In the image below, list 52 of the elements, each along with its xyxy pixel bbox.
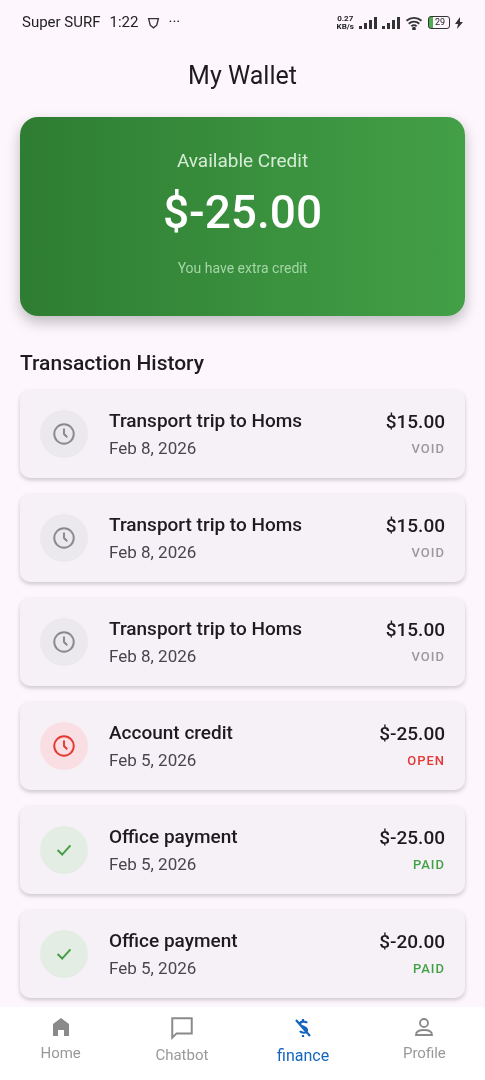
- chat-icon: [168, 1015, 195, 1041]
- network-speed: 0.27: [337, 14, 354, 23]
- transaction-card[interactable]: Office payment Feb 5, 2026 $-20.00 PAID: [20, 910, 465, 998]
- transaction-amount: $-20.00: [379, 929, 445, 956]
- clock-icon: [51, 733, 77, 759]
- transaction-status: PAID: [412, 856, 445, 875]
- wifi-icon: [404, 15, 423, 30]
- credit-amount: $-25.00: [162, 183, 323, 240]
- transaction-amount: $-25.00: [379, 721, 445, 748]
- transaction-date: Feb 5, 2026: [109, 957, 198, 979]
- credit-note: You have extra credit: [177, 258, 308, 278]
- transaction-title: Transport trip to Homs: [109, 513, 304, 537]
- clock-icon: [51, 525, 77, 551]
- shield-icon: [147, 15, 161, 30]
- more-indicator: ···: [168, 12, 181, 34]
- transaction-card[interactable]: Account credit Feb 5, 2026 $-25.00 OPEN: [20, 702, 465, 790]
- transaction-status: VOID: [411, 440, 445, 459]
- nav-tab[interactable]: finance: [242, 1015, 364, 1068]
- transaction-amount: $15.00: [385, 409, 445, 436]
- transaction-date: Feb 8, 2026: [109, 437, 198, 459]
- credit-label: Available Credit: [176, 148, 309, 174]
- transaction-title: Account credit: [109, 721, 234, 745]
- transaction-date: Feb 5, 2026: [109, 853, 198, 875]
- transaction-date: Feb 8, 2026: [109, 541, 198, 563]
- transaction-amount: $15.00: [385, 617, 445, 644]
- transaction-title: Office payment: [109, 929, 239, 953]
- transaction-card[interactable]: Transport trip to Homs Feb 8, 2026 $15.00 VOID: [20, 390, 465, 478]
- charging-icon: [455, 16, 463, 29]
- clock-time: 1:22: [109, 12, 139, 34]
- page-title: My Wallet: [188, 61, 297, 91]
- transaction-card[interactable]: Transport trip to Homs Feb 8, 2026 $15.00 VOID: [20, 494, 465, 582]
- transaction-amount: $15.00: [385, 513, 445, 540]
- battery-indicator: 29: [427, 16, 450, 29]
- transaction-date: Feb 5, 2026: [109, 749, 198, 771]
- transaction-status: PAID: [412, 960, 445, 979]
- section-heading: Transaction History: [20, 350, 205, 376]
- signal-icon: [381, 16, 400, 29]
- transaction-status: VOID: [411, 648, 445, 667]
- clock-icon: [51, 629, 77, 655]
- signal-icon: [358, 16, 377, 29]
- transaction-date: Feb 8, 2026: [109, 645, 198, 667]
- transaction-amount: $-25.00: [379, 825, 445, 852]
- transaction-status: OPEN: [407, 752, 445, 771]
- transaction-title: Transport trip to Homs: [109, 617, 304, 641]
- carrier-name: Super SURF: [22, 12, 101, 34]
- speed-unit: KB/s: [336, 22, 354, 31]
- transaction-title: Transport trip to Homs: [109, 409, 304, 433]
- transaction-card[interactable]: Office payment Feb 5, 2026 $-25.00 PAID: [20, 806, 465, 894]
- transaction-title: Office payment: [109, 825, 239, 849]
- clock-icon: [51, 421, 77, 447]
- transaction-status: VOID: [411, 544, 445, 563]
- transaction-card[interactable]: Transport trip to Homs Feb 8, 2026 $15.00 VOID: [20, 598, 465, 686]
